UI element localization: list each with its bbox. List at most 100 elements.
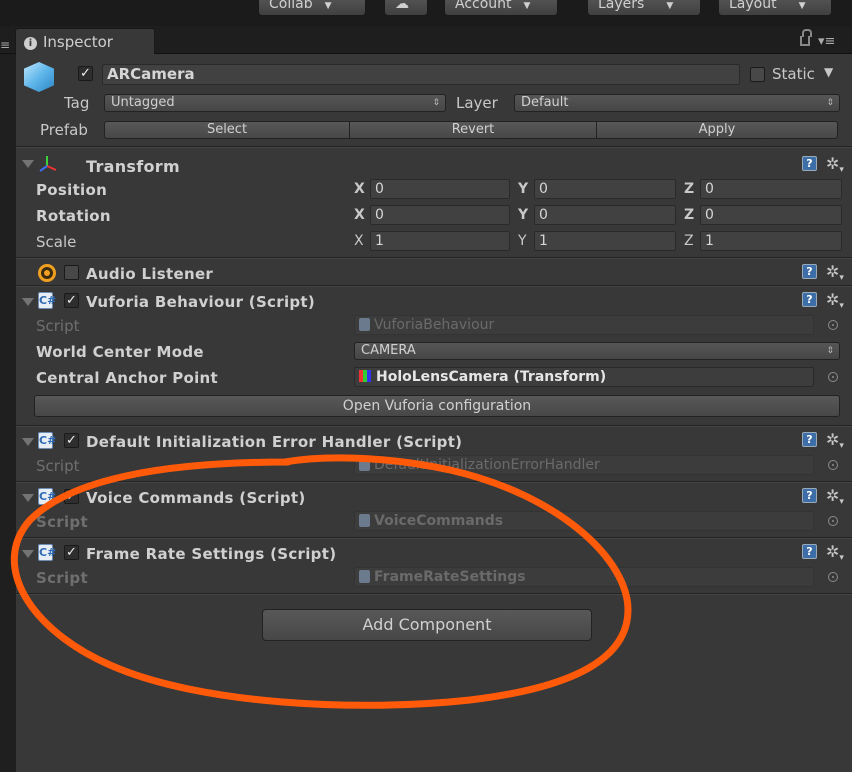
help-icon[interactable]: ?: [802, 264, 817, 279]
layout-button[interactable]: Layout ▼: [718, 0, 832, 16]
panel-menu-left-icon: ≡: [0, 38, 11, 52]
tab-inspector-label: Inspector: [43, 33, 113, 51]
info-icon: i: [24, 37, 37, 50]
gameobject-name-input[interactable]: ARCamera: [102, 64, 740, 85]
anchor-value: HoloLensCamera (Transform): [376, 369, 607, 385]
transform-title: Transform: [86, 157, 180, 176]
scale-z-field[interactable]: 1: [700, 231, 842, 251]
object-picker-icon: [828, 460, 838, 470]
help-icon[interactable]: ?: [802, 544, 817, 559]
error-handler-script-value: DefaultInitializationErrorHandler: [374, 457, 600, 473]
help-icon[interactable]: ?: [802, 488, 817, 503]
transform-axis-icon: [39, 156, 57, 172]
error-handler-enabled-checkbox[interactable]: ✓: [64, 433, 79, 448]
voice-commands-title: Voice Commands (Script): [86, 489, 306, 507]
gear-icon[interactable]: ✲: [826, 544, 844, 566]
layer-dropdown[interactable]: Default ⇕: [514, 94, 840, 112]
static-label: Static: [772, 65, 815, 83]
axis-y-label: Y: [518, 181, 529, 197]
anchor-field[interactable]: HoloLensCamera (Transform): [354, 367, 814, 387]
open-vuforia-config-button[interactable]: Open Vuforia configuration: [34, 395, 840, 417]
axis-z-label: Z: [684, 181, 695, 197]
csharp-script-icon: C#: [38, 488, 57, 505]
voice-commands-script-value: VoiceCommands: [374, 513, 504, 529]
transform-foldout-icon[interactable]: [22, 160, 34, 168]
world-center-dropdown[interactable]: CAMERA ⇕: [354, 342, 840, 360]
object-picker-icon: [828, 320, 838, 330]
position-y-field[interactable]: 0: [534, 179, 676, 199]
world-center-value: CAMERA: [361, 343, 416, 358]
gear-icon[interactable]: ✲: [826, 432, 844, 454]
script-file-icon: [359, 570, 370, 583]
axis-z-label: Z: [684, 233, 694, 249]
static-dropdown-icon[interactable]: ▼: [824, 65, 833, 79]
scale-x-field[interactable]: 1: [370, 231, 510, 251]
help-icon[interactable]: ?: [802, 432, 817, 447]
cloud-button[interactable]: ☁: [384, 0, 428, 16]
prefab-apply-button[interactable]: Apply: [596, 121, 838, 139]
layout-label: Layout: [729, 0, 777, 12]
object-picker-icon[interactable]: [828, 372, 838, 382]
script-file-icon: [359, 318, 370, 331]
rotation-z-field[interactable]: 0: [700, 205, 842, 225]
separator: [16, 257, 852, 259]
tag-dropdown[interactable]: Untagged ⇕: [104, 94, 446, 112]
gameobject-active-checkbox[interactable]: ✓: [78, 66, 93, 81]
gear-icon[interactable]: ✲: [826, 264, 844, 286]
position-z-field[interactable]: 0: [700, 179, 842, 199]
vuforia-enabled-checkbox[interactable]: ✓: [64, 293, 79, 308]
axis-x-label: X: [354, 181, 366, 197]
voice-commands-enabled-checkbox[interactable]: ✓: [64, 489, 79, 504]
panel-menu-icon[interactable]: ▾≡: [818, 34, 835, 49]
collab-button[interactable]: Collab ▼: [258, 0, 366, 16]
gear-icon[interactable]: ✲: [826, 292, 844, 314]
static-checkbox[interactable]: [750, 67, 765, 82]
frame-rate-enabled-checkbox[interactable]: ✓: [64, 545, 79, 560]
layers-button[interactable]: Layers ▼: [587, 0, 701, 16]
script-file-icon: [359, 458, 370, 471]
error-handler-foldout-icon[interactable]: [22, 438, 34, 446]
tab-inspector[interactable]: i Inspector: [15, 28, 155, 55]
csharp-script-icon: C#: [38, 292, 57, 309]
updown-icon: ⇕: [826, 98, 834, 108]
collab-label: Collab: [269, 0, 313, 12]
scale-y-field[interactable]: 1: [534, 231, 676, 251]
frame-rate-script-value: FrameRateSettings: [374, 569, 526, 585]
gear-icon[interactable]: ✲: [826, 156, 844, 178]
anchor-label: Central Anchor Point: [36, 369, 218, 387]
account-button[interactable]: Account ▼: [444, 0, 558, 16]
add-component-button[interactable]: Add Component: [262, 609, 592, 641]
csharp-script-icon: C#: [38, 544, 57, 561]
vuforia-foldout-icon[interactable]: [22, 298, 34, 306]
axis-y-label: Y: [518, 207, 529, 223]
help-icon[interactable]: ?: [802, 292, 817, 307]
rotation-label: Rotation: [36, 207, 111, 225]
prefab-revert-button[interactable]: Revert: [349, 121, 597, 139]
chevron-down-icon: ▼: [798, 1, 806, 11]
voice-commands-script-field: VoiceCommands: [354, 511, 814, 531]
prefab-select-button[interactable]: Select: [104, 121, 350, 139]
frame-rate-title: Frame Rate Settings (Script): [86, 545, 337, 563]
audio-listener-checkbox[interactable]: [64, 265, 79, 280]
position-x-field[interactable]: 0: [370, 179, 510, 199]
layers-label: Layers: [598, 0, 645, 12]
voice-commands-foldout-icon[interactable]: [22, 494, 34, 502]
layer-value: Default: [521, 95, 569, 110]
vuforia-script-value: VuforiaBehaviour: [374, 317, 495, 333]
separator: [16, 285, 852, 287]
help-icon[interactable]: ?: [802, 156, 817, 171]
rotation-x-field[interactable]: 0: [370, 205, 510, 225]
inspector-panel: ✓ ARCamera Static ▼ Tag Untagged ⇕ Layer …: [16, 54, 852, 772]
separator: [16, 425, 852, 427]
axis-y-label: Y: [518, 233, 527, 249]
frame-rate-foldout-icon[interactable]: [22, 550, 34, 558]
lock-icon[interactable]: [800, 29, 812, 46]
tag-value: Untagged: [111, 95, 175, 110]
world-center-label: World Center Mode: [36, 343, 204, 361]
error-handler-script-field: DefaultInitializationErrorHandler: [354, 455, 814, 475]
rotation-y-field[interactable]: 0: [534, 205, 676, 225]
layer-label: Layer: [456, 94, 498, 112]
frame-rate-script-label: Script: [36, 569, 88, 587]
gear-icon[interactable]: ✲: [826, 488, 844, 510]
vuforia-script-field: VuforiaBehaviour: [354, 315, 814, 335]
